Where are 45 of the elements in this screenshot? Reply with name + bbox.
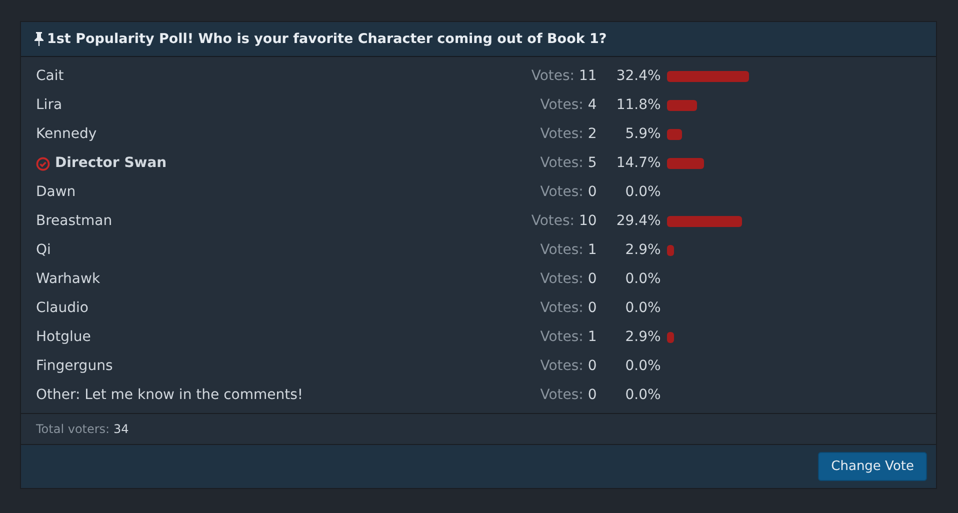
total-voters: Total voters: 34 [36,421,129,438]
option-label: Other: Let me know in the comments! [36,386,303,405]
vote-percent: 14.7% [615,154,661,173]
option-label: Kennedy [36,125,97,144]
vote-percent: 0.0% [624,386,661,405]
vote-percent: 2.9% [624,241,661,260]
option-label: Warhawk [36,270,100,289]
vote-count: Votes: 1 [539,328,597,347]
vote-count: Votes: 1 [539,241,597,260]
option-label: Cait [36,67,64,86]
vote-bar [666,100,697,111]
vote-percent: 0.0% [624,357,661,376]
option-label: Hotglue [36,328,91,347]
vote-count: Votes: 0 [539,270,597,289]
vote-count: Votes: 0 [539,386,597,405]
option-label: Lira [36,96,62,115]
vote-bar [666,158,704,169]
vote-count: Votes: 0 [539,183,597,202]
vote-percent: 2.9% [624,328,661,347]
change-vote-button[interactable]: Change Vote [818,452,927,481]
vote-count: Votes: 0 [539,299,597,318]
option-label: Qi [36,241,51,260]
vote-count: Votes: 11 [530,67,597,86]
vote-count: Votes: 10 [530,212,597,231]
vote-percent: 5.9% [624,125,661,144]
vote-percent: 29.4% [615,212,661,231]
vote-count: Votes: 0 [539,357,597,376]
option-label: Director Swan [55,154,167,173]
vote-bar [666,129,682,140]
vote-percent: 0.0% [624,270,661,289]
option-label: Breastman [36,212,112,231]
vote-bar [666,332,674,343]
option-label: Fingerguns [36,357,113,376]
vote-percent: 0.0% [624,299,661,318]
vote-count: Votes: 5 [539,154,597,173]
poll-title: 1st Popularity Poll! Who is your favorite Character coming out of Book 1? [47,30,607,49]
vote-percent: 11.8% [615,96,661,115]
pin-icon [34,32,44,46]
vote-percent: 32.4% [615,67,661,86]
vote-percent: 0.0% [624,183,661,202]
vote-count: Votes: 4 [539,96,597,115]
option-label: Claudio [36,299,88,318]
option-label: Dawn [36,183,76,202]
vote-count: Votes: 2 [539,125,597,144]
vote-bar [666,245,674,256]
